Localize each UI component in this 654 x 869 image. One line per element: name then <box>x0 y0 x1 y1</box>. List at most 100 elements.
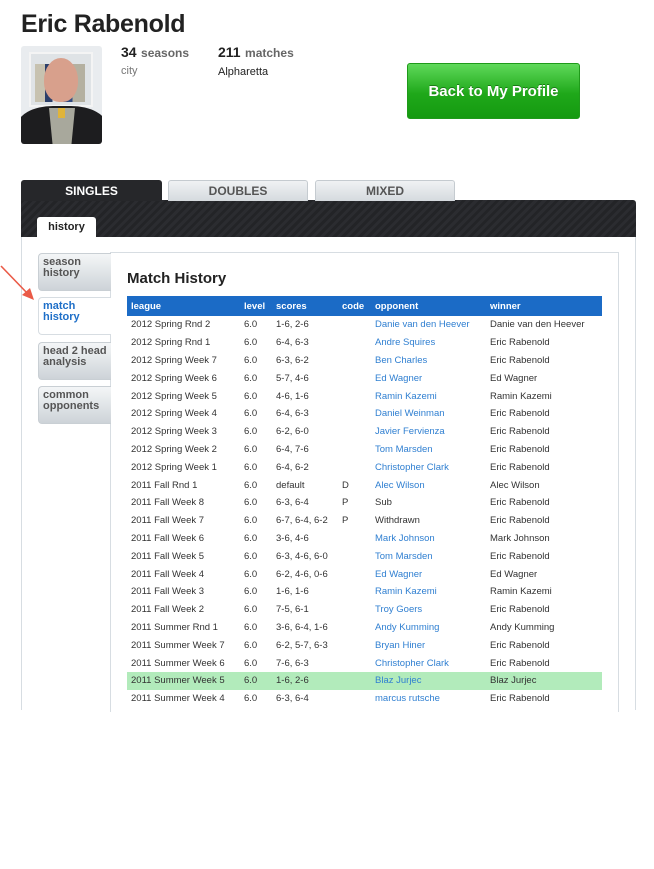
cell-scores: 6-4, 7-6 <box>276 443 309 455</box>
column-header-level[interactable]: level <box>240 296 272 316</box>
cell-level: 6.0 <box>244 515 258 527</box>
cell-code <box>338 441 371 459</box>
cell-scores: 3-6, 4-6 <box>276 532 309 544</box>
cell-scores: default <box>276 479 305 491</box>
cell-level: 6.0 <box>244 586 258 598</box>
cell-winner: Eric Rabenold <box>490 443 550 455</box>
cell-opponent[interactable]: Andre Squires <box>371 334 486 352</box>
table-header-row: league level scores code opponent winner <box>127 296 602 316</box>
cell-league: 2011 Fall Week 6 <box>131 532 205 544</box>
cell-opponent[interactable]: Danie van den Heever <box>371 316 486 334</box>
cell-opponent[interactable]: Tom Marsden <box>371 441 486 459</box>
table-row: 2011 Summer Week 6 6.0 7-6, 6-3 Christopher… <box>127 654 602 672</box>
cell-opponent[interactable]: Ramin Kazemi <box>371 583 486 601</box>
table-row: 2012 Spring Rnd 2 6.0 1-6, 2-6 Danie van de… <box>127 316 602 334</box>
city-label: city <box>121 65 138 77</box>
cell-opponent[interactable]: Troy Goers <box>371 601 486 619</box>
subtab-history[interactable]: history <box>37 217 96 237</box>
tab-singles[interactable]: SINGLES <box>21 180 162 201</box>
cell-level: 6.0 <box>244 693 258 705</box>
cell-winner: Ed Wagner <box>490 372 538 384</box>
cell-scores: 6-3, 4-6, 6-0 <box>276 550 328 562</box>
cell-league: 2011 Summer Week 5 <box>127 671 240 690</box>
cell-league: 2011 Fall Week 4 <box>131 568 205 580</box>
cell-scores: 6-7, 6-4, 6-2 <box>276 515 328 527</box>
cell-code <box>338 619 371 637</box>
cell-level: 6.0 <box>244 550 258 562</box>
cell-winner: Eric Rabenold <box>490 604 550 616</box>
cell-opponent[interactable]: Ben Charles <box>371 352 486 370</box>
cell-opponent[interactable]: Blaz Jurjec <box>371 671 486 690</box>
cell-level: 6.0 <box>244 354 258 366</box>
cell-winner: Ed Wagner <box>490 568 538 580</box>
cell-league: 2012 Spring Rnd 2 <box>131 319 211 331</box>
cell-level: 6.0 <box>244 443 258 455</box>
cell-level: 6.0 <box>244 497 258 509</box>
cell-code <box>338 583 371 601</box>
matches-label: matches <box>245 46 294 60</box>
cell-league: 2012 Spring Week 3 <box>131 426 217 438</box>
cell-level: 6.0 <box>244 461 258 473</box>
cell-code <box>338 458 371 476</box>
table-row: 2012 Spring Week 2 6.0 6-4, 7-6 Tom Marsden… <box>127 441 602 459</box>
cell-level: 6.0 <box>244 621 258 633</box>
tab-mixed[interactable]: MIXED <box>315 180 455 201</box>
table-row: 2011 Fall Week 8 6.0 6-3, 6-4 P Sub Eric Rabe… <box>127 494 602 512</box>
cell-scores: 6-2, 4-6, 0-6 <box>276 568 328 580</box>
cell-level: 6.0 <box>244 390 258 402</box>
back-to-profile-button[interactable]: Back to My Profile <box>407 63 580 119</box>
cell-league: 2011 Summer Week 4 <box>131 693 225 705</box>
column-header-code[interactable]: code <box>338 296 371 316</box>
cell-level: 6.0 <box>244 337 258 349</box>
seasons-label: seasons <box>141 46 190 60</box>
cell-opponent[interactable]: Tom Marsden <box>371 547 486 565</box>
cell-opponent[interactable]: Christopher Clark <box>371 654 486 672</box>
cell-code <box>338 690 371 708</box>
cell-league: 2011 Fall Week 3 <box>131 586 205 598</box>
cell-winner: Eric Rabenold <box>490 515 550 527</box>
cell-scores: 3-6, 6-4, 1-6 <box>276 621 328 633</box>
cell-opponent[interactable]: Javier Fervienza <box>371 423 486 441</box>
cell-code: D <box>342 479 349 491</box>
cell-scores: 4-6, 1-6 <box>276 390 309 402</box>
cell-opponent[interactable]: marcus rutsche <box>371 690 486 708</box>
side-tab-common-opponents[interactable]: common opponents <box>38 386 111 424</box>
cell-code <box>338 636 371 654</box>
cell-scores: 6-2, 5-7, 6-3 <box>276 639 328 651</box>
cell-opponent[interactable]: Andy Kumming <box>371 619 486 637</box>
red-arrow-annotation-icon <box>0 265 34 300</box>
cell-code <box>338 423 371 441</box>
side-tab-head-2-head[interactable]: head 2 head analysis <box>38 342 111 380</box>
cell-level: 6.0 <box>240 671 272 690</box>
column-header-scores[interactable]: scores <box>272 296 338 316</box>
cell-winner: Blaz Jurjec <box>486 671 602 690</box>
cell-code: P <box>342 515 349 527</box>
cell-winner: Mark Johnson <box>490 532 550 544</box>
tab-doubles[interactable]: DOUBLES <box>168 180 308 201</box>
column-header-winner[interactable]: winner <box>486 296 602 316</box>
column-header-league[interactable]: league <box>127 296 240 316</box>
cell-level: 6.0 <box>244 657 258 669</box>
side-tab-season-history[interactable]: season history <box>38 253 111 291</box>
column-header-opponent[interactable]: opponent <box>371 296 486 316</box>
cell-opponent[interactable]: Bryan Hiner <box>371 636 486 654</box>
cell-opponent[interactable]: Christopher Clark <box>371 458 486 476</box>
cell-level: 6.0 <box>244 639 258 651</box>
cell-opponent[interactable]: Ramin Kazemi <box>371 387 486 405</box>
cell-opponent[interactable]: Ed Wagner <box>371 565 486 583</box>
cell-opponent[interactable]: Mark Johnson <box>371 530 486 548</box>
cell-scores: 6-4, 6-3 <box>276 408 309 420</box>
cell-opponent[interactable]: Ed Wagner <box>371 369 486 387</box>
cell-league: 2011 Summer Rnd 1 <box>131 621 218 633</box>
table-row: 2011 Fall Week 3 6.0 1-6, 1-6 Ramin Kazemi R… <box>127 583 602 601</box>
cell-code <box>338 654 371 672</box>
table-row: 2012 Spring Week 1 6.0 6-4, 6-2 Christopher… <box>127 458 602 476</box>
cell-opponent[interactable]: Alec Wilson <box>371 476 486 494</box>
side-tab-match-history[interactable]: match history <box>38 297 111 335</box>
cell-code <box>338 352 371 370</box>
cell-level: 6.0 <box>244 408 258 420</box>
player-photo <box>21 46 102 144</box>
cell-league: 2011 Summer Week 7 <box>131 639 225 651</box>
cell-opponent: Sub <box>375 497 392 509</box>
cell-opponent[interactable]: Daniel Weinman <box>371 405 486 423</box>
